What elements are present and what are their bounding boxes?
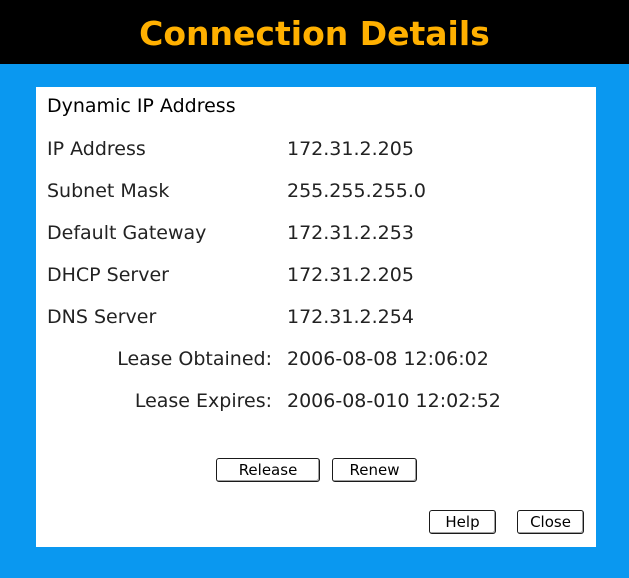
lease-obtained-value: 2006-08-08 12:06:02 [287,348,489,370]
close-button[interactable]: Close [517,510,584,534]
release-button[interactable]: Release [216,458,320,482]
connection-type-heading: Dynamic IP Address [47,95,236,117]
default-gateway-value: 172.31.2.253 [287,222,414,244]
lease-obtained-label: Lease Obtained: [117,348,272,370]
title-bar: Connection Details [0,0,629,64]
help-button[interactable]: Help [429,510,496,534]
subnet-mask-label: Subnet Mask [47,180,170,202]
default-gateway-label: Default Gateway [47,222,207,244]
lease-expires-value: 2006-08-010 12:02:52 [287,390,501,412]
page-title: Connection Details [139,13,490,53]
subnet-mask-value: 255.255.255.0 [287,180,427,202]
ip-address-label: IP Address [47,138,146,160]
lease-expires-label: Lease Expires: [134,390,272,412]
ip-address-value: 172.31.2.205 [287,138,414,160]
dns-server-label: DNS Server [47,306,157,328]
connection-details-panel: Dynamic IP Address IP Address 172.31.2.2… [36,87,596,547]
dhcp-server-value: 172.31.2.205 [287,264,414,286]
dns-server-value: 172.31.2.254 [287,306,414,328]
renew-button[interactable]: Renew [332,458,417,482]
dhcp-server-label: DHCP Server [47,264,169,286]
